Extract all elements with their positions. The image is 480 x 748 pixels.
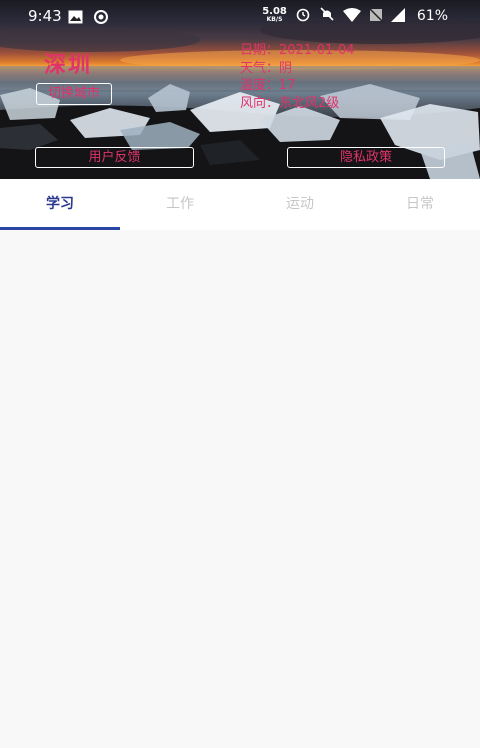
tab-label: 工作 [166, 196, 194, 212]
image-icon [68, 9, 83, 29]
weather-date: 日期：2021-01-04 [240, 43, 355, 58]
data-saver-icon [93, 9, 109, 29]
wifi-icon [342, 7, 361, 26]
network-speed: 5.08 KB/S [262, 6, 287, 24]
tab-content-area [0, 230, 480, 748]
alarm-icon [295, 6, 311, 26]
tab-study[interactable]: 学习 [0, 179, 120, 230]
weather-temperature: 温度：17 [240, 78, 296, 93]
tab-label: 学习 [46, 196, 74, 212]
weather-info: 日期：2021-01-04 天气：阴 温度：17 风向：东北风2级 [240, 42, 355, 112]
user-feedback-button[interactable]: 用户反馈 [35, 147, 194, 168]
tab-daily[interactable]: 日常 [360, 179, 480, 230]
tab-label: 运动 [286, 196, 314, 212]
switch-city-button[interactable]: 切换城市 [36, 83, 112, 105]
category-tabs: 学习 工作 运动 日常 [0, 179, 480, 230]
privacy-policy-button[interactable]: 隐私政策 [287, 147, 445, 168]
tab-work[interactable]: 工作 [120, 179, 240, 230]
weather-wind: 风向：东北风2级 [240, 95, 340, 111]
status-bar: 9:43 5.08 KB/S 61% [0, 0, 480, 34]
tab-label: 日常 [406, 196, 434, 212]
battery-level: 61% [416, 8, 448, 24]
mute-icon [319, 6, 335, 26]
city-name: 深圳 [44, 53, 93, 78]
signal-icon [390, 7, 405, 26]
clock: 9:43 [28, 7, 62, 25]
app-screen: 9:43 5.08 KB/S 61% 深圳 切换城市 日期：2021-01-04… [0, 0, 480, 748]
tab-sports[interactable]: 运动 [240, 179, 360, 230]
no-sim-icon [369, 7, 383, 26]
weather-condition: 天气：阴 [240, 60, 293, 76]
